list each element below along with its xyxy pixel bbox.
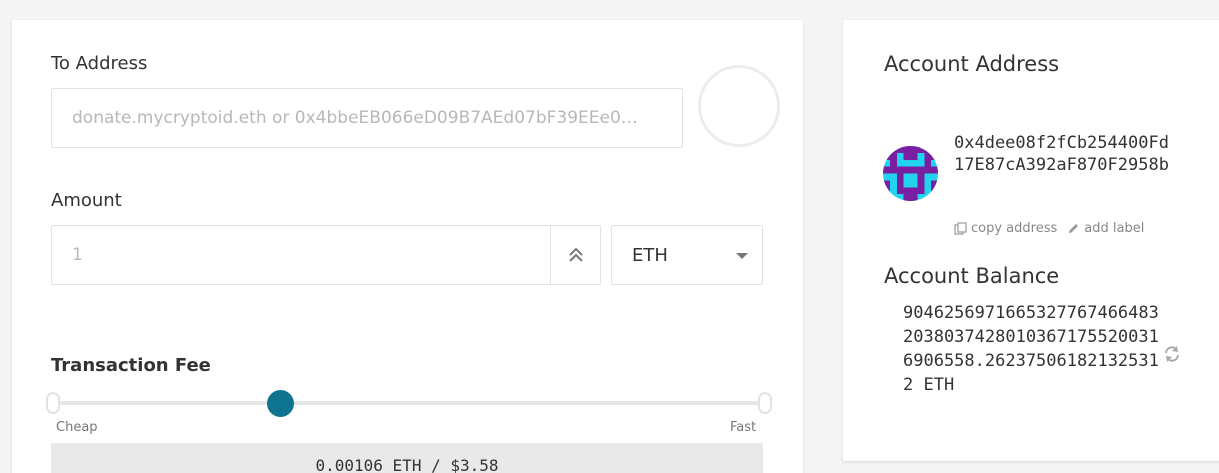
unit-select[interactable]: ETH (611, 225, 763, 285)
pencil-icon (1069, 224, 1079, 233)
fee-display: 0.00106 ETH / $3.58 (51, 443, 763, 473)
account-balance: 9046256971665327767466483203803742801036… (903, 303, 1159, 395)
cheap-label: Cheap (56, 420, 98, 435)
account-address: 0x4dee08f2fCb254400Fd17E87cA392aF870F295… (954, 133, 1169, 175)
account-address-label: Account Address (884, 52, 1060, 76)
send-max-button[interactable] (550, 226, 600, 284)
copy-address-label: copy address (971, 221, 1058, 236)
fee-slider-max-handle (758, 392, 772, 414)
to-address-input[interactable]: donate.mycryptoid.eth or 0x4bbeEB066eD09… (51, 88, 683, 148)
amount-label: Amount (51, 190, 122, 211)
fee-slider-min-handle (46, 392, 60, 414)
refresh-balance-button[interactable] (1163, 345, 1181, 367)
account-balance-label: Account Balance (884, 264, 1060, 288)
identicon-avatar (883, 146, 938, 201)
copy-address-button[interactable]: copy address (954, 221, 1057, 236)
amount-input[interactable]: 1 (51, 225, 601, 285)
unit-value: ETH (632, 244, 668, 266)
fee-value: 0.00106 ETH / $3.58 (315, 456, 499, 473)
send-panel: To Address donate.mycryptoid.eth or 0x4b… (12, 20, 803, 473)
add-label-text: add label (1084, 221, 1145, 236)
fee-slider-thumb[interactable] (267, 390, 294, 417)
transaction-fee-label: Transaction Fee (51, 355, 211, 376)
refresh-icon (1165, 346, 1179, 362)
amount-placeholder: 1 (72, 245, 83, 265)
identicon-empty (698, 65, 780, 147)
chevron-double-up-icon (568, 247, 583, 262)
add-label-button[interactable]: add label (1067, 221, 1144, 236)
caret-down-icon (736, 253, 748, 259)
address-actions: copy address add label (954, 221, 1144, 236)
copy-icon (954, 222, 967, 235)
account-panel: Account Address 0x4dee08f2fCb254400Fd17E… (843, 20, 1219, 461)
fast-label: Fast (730, 420, 757, 435)
to-address-placeholder: donate.mycryptoid.eth or 0x4bbeEB066eD09… (72, 108, 638, 128)
fee-slider-track[interactable] (53, 401, 765, 405)
to-address-label: To Address (51, 53, 148, 74)
